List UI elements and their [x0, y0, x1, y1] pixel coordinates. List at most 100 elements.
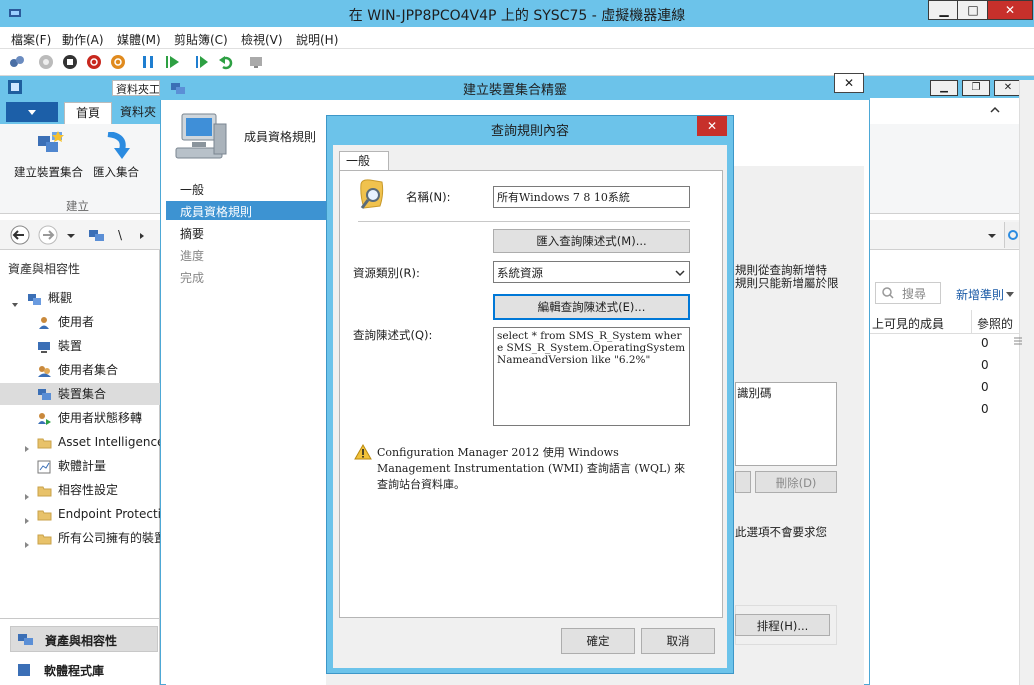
menu-help[interactable]: 說明(H) — [296, 31, 338, 48]
resume-icon[interactable] — [164, 54, 180, 70]
collapse-arrow-icon[interactable] — [11, 294, 19, 308]
warning-icon — [354, 444, 372, 460]
workspace-software-library[interactable]: 軟體程式庫 — [10, 658, 158, 685]
column-header-visible-members[interactable]: 上可見的成員 — [872, 315, 944, 332]
breadcrumb-separator: \ — [118, 228, 123, 242]
column-header-referenced[interactable]: 參照的 — [977, 315, 1019, 332]
navbar-right-area — [870, 220, 1020, 250]
wizard-close-button[interactable]: ✕ — [834, 73, 864, 93]
menu-file[interactable]: 檔案(F) — [11, 31, 51, 48]
chevron-down-icon — [675, 269, 685, 277]
tab-general[interactable]: 一般 — [339, 151, 389, 171]
list-cell-value: 0 — [981, 358, 989, 372]
expand-arrow-icon[interactable] — [23, 438, 31, 452]
history-dropdown-icon[interactable] — [66, 232, 76, 240]
tree-item-devices[interactable]: 裝置 — [0, 335, 160, 357]
folder-icon — [37, 531, 52, 545]
edit-rule-button[interactable] — [735, 471, 751, 493]
wizard-computer-icon — [174, 110, 230, 162]
import-collection-button[interactable]: 匯入集合 — [93, 164, 139, 180]
wizard-step-membership-rules[interactable]: 成員資格規則 — [180, 203, 252, 220]
user-state-icon — [37, 411, 52, 425]
ribbon-context-tab[interactable]: 資料夾工 — [112, 80, 160, 96]
device-collection-icon — [37, 387, 52, 401]
tree-item-device-collections[interactable]: 裝置集合 — [0, 383, 160, 405]
ctrl-alt-del-icon[interactable] — [8, 54, 26, 70]
checkpoint-icon[interactable] — [194, 54, 210, 70]
workspace-section-title: 資產與相容性 — [8, 262, 81, 276]
nav-device-icon — [88, 227, 106, 243]
tree-item-software-metering[interactable]: 軟體計量 — [0, 455, 160, 477]
wizard-step-completion: 完成 — [180, 271, 205, 285]
menu-action[interactable]: 動作(A) — [62, 31, 104, 48]
start-icon[interactable] — [38, 54, 54, 70]
cancel-button[interactable]: 取消 — [641, 628, 715, 654]
create-device-collection-button[interactable]: 建立裝置集合 — [14, 164, 83, 180]
turn-off-icon[interactable] — [62, 54, 78, 70]
import-query-statement-button[interactable]: 匯入查詢陳述式(M)... — [493, 229, 690, 253]
console-scrollbar[interactable] — [1019, 80, 1034, 685]
back-arrow-icon[interactable] — [8, 225, 32, 245]
splitter-grip-icon[interactable] — [1014, 336, 1022, 346]
save-state-icon[interactable] — [110, 54, 126, 70]
tree-item-user-state-migration[interactable]: 使用者狀態移轉 — [0, 407, 160, 429]
enhanced-session-icon[interactable] — [248, 54, 264, 70]
menu-media[interactable]: 媒體(M) — [117, 31, 161, 48]
forward-arrow-icon[interactable] — [36, 225, 60, 245]
workspace-assets-compliance[interactable]: 資產與相容性 — [10, 626, 158, 652]
ok-button[interactable]: 確定 — [561, 628, 635, 654]
folder-icon — [37, 435, 52, 449]
delete-rule-button[interactable]: 刪除(D) — [755, 471, 837, 493]
tree-item-endpoint-protection[interactable]: Endpoint Protection — [0, 503, 160, 525]
vm-maximize-button[interactable]: □ — [957, 0, 989, 20]
ribbon-tab-folder[interactable]: 資料夾 — [116, 102, 160, 124]
wizard-step-general[interactable]: 一般 — [180, 181, 204, 198]
resource-class-select[interactable]: 系統資源 — [493, 261, 690, 283]
folder-icon — [37, 507, 52, 521]
ribbon-right-area — [870, 124, 1020, 214]
tree-item-compliance-settings[interactable]: 相容性設定 — [0, 479, 160, 501]
wizard-step-summary[interactable]: 摘要 — [180, 225, 204, 242]
tree-item-overview[interactable]: 概觀 — [0, 287, 160, 309]
shutdown-icon[interactable] — [86, 54, 102, 70]
breadcrumb-chevron-icon[interactable] — [138, 232, 146, 240]
pause-icon[interactable] — [140, 54, 156, 70]
schedule-button[interactable]: 排程(H)... — [735, 614, 830, 636]
menu-clipboard[interactable]: 剪貼簿(C) — [174, 31, 228, 48]
wizard-navigation — [166, 166, 326, 685]
vm-close-button[interactable]: ✕ — [987, 0, 1033, 20]
ribbon-collapse-icon[interactable] — [990, 106, 1000, 114]
revert-icon[interactable] — [218, 54, 234, 70]
ribbon-tab-home[interactable]: 首頁 — [64, 102, 112, 124]
resource-class-label: 資源類別(R): — [353, 266, 420, 280]
console-restore-button[interactable]: ❐ — [962, 80, 990, 96]
expand-arrow-icon[interactable] — [23, 534, 31, 548]
add-criteria-dropdown-icon[interactable] — [1006, 292, 1014, 298]
list-cell-value: 0 — [981, 336, 989, 350]
add-criteria-link[interactable]: 新增準則 — [956, 286, 1004, 303]
query-statement-field[interactable]: select * from SMS_R_System where SMS_R_S… — [493, 327, 690, 426]
name-field[interactable]: 所有Windows 7 8 10系統 — [493, 186, 690, 208]
expand-arrow-icon[interactable] — [23, 486, 31, 500]
edit-query-statement-button[interactable]: 編輯查詢陳述式(E)... — [493, 294, 690, 320]
ribbon-group-label: 建立 — [66, 199, 89, 213]
column-divider — [971, 310, 972, 334]
overview-icon — [27, 291, 42, 305]
console-minimize-button[interactable]: ▁ — [930, 80, 958, 96]
search-box[interactable]: 搜尋 — [875, 282, 941, 304]
refresh-icon[interactable] — [1004, 222, 1020, 248]
tree-item-company-owned-devices[interactable]: 所有公司擁有的裝置 — [0, 527, 160, 549]
vm-minimize-button[interactable]: ▁ — [928, 0, 960, 20]
tree-item-user-collections[interactable]: 使用者集合 — [0, 359, 160, 381]
ribbon-file-button[interactable] — [6, 102, 58, 122]
search-icon — [882, 287, 894, 299]
console-app-icon — [8, 80, 22, 94]
tree-item-asset-intelligence[interactable]: Asset Intelligence — [0, 431, 160, 453]
address-dropdown-icon[interactable] — [987, 232, 997, 240]
dialog-close-button[interactable]: ✕ — [697, 116, 727, 136]
menu-view[interactable]: 檢視(V) — [241, 31, 283, 48]
expand-arrow-icon[interactable] — [23, 510, 31, 524]
list-cell-value: 0 — [981, 402, 989, 416]
tree-item-users[interactable]: 使用者 — [0, 311, 160, 333]
console-close-button[interactable]: ✕ — [994, 80, 1022, 96]
